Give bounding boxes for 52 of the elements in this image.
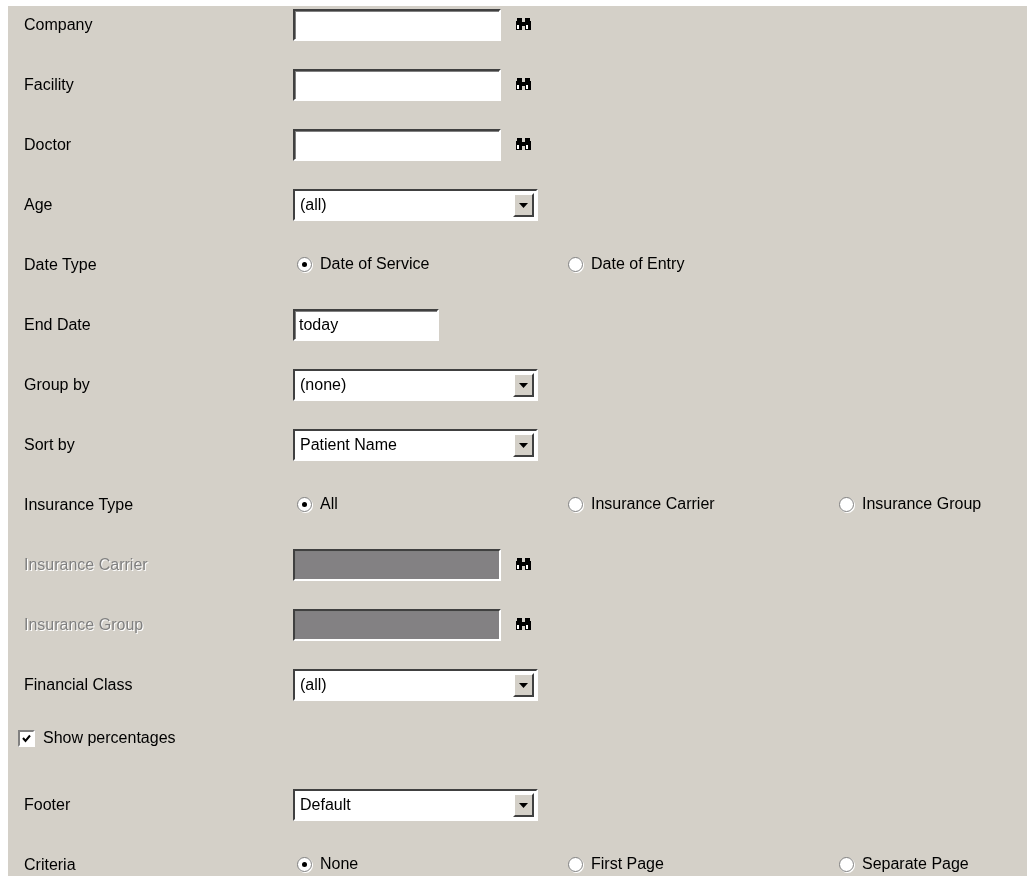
option-label[interactable]: None (320, 855, 359, 873)
text-field[interactable] (293, 9, 501, 41)
radio-button[interactable] (568, 856, 583, 872)
text-field[interactable] (293, 129, 501, 161)
option-label[interactable]: Separate Page (862, 855, 969, 873)
radio-button[interactable] (839, 856, 854, 872)
field-label: Facility (24, 75, 75, 95)
field-label: Criteria (24, 855, 77, 875)
dropdown-arrow-icon (519, 802, 528, 808)
option-label[interactable]: Date of Entry (591, 255, 685, 273)
text-field[interactable] (293, 69, 501, 101)
radio-button[interactable] (568, 256, 583, 272)
option-label[interactable]: All (320, 495, 338, 513)
binoculars-icon[interactable] (516, 77, 531, 93)
dropdown-arrow-icon (519, 382, 528, 388)
field-label: Sort by (24, 435, 76, 455)
dropdown[interactable]: Default (293, 789, 538, 821)
dropdown-arrow-icon (519, 202, 528, 208)
dropdown-arrow-icon (519, 442, 528, 448)
checkbox-label[interactable]: Show percentages (43, 729, 176, 747)
field-label: Insurance Carrier (24, 555, 149, 575)
field-label: Company (24, 15, 94, 35)
checkbox[interactable] (18, 729, 35, 747)
field-label: Insurance Type (24, 495, 135, 515)
binoculars-icon[interactable] (516, 557, 531, 573)
field-label: Insurance Group (24, 615, 145, 635)
option-label[interactable]: Insurance Group (862, 495, 982, 513)
option-label[interactable]: Insurance Carrier (591, 495, 715, 513)
binoculars-icon[interactable] (516, 617, 531, 633)
dropdown[interactable]: Patient Name (293, 429, 538, 461)
field-label: Group by (24, 375, 91, 395)
dropdown[interactable]: (all) (293, 189, 538, 221)
radio-button[interactable] (297, 856, 312, 872)
field-label: Financial Class (24, 675, 134, 695)
field-label: End Date (24, 315, 92, 335)
binoculars-icon[interactable] (516, 17, 531, 33)
dropdown[interactable]: (none) (293, 369, 538, 401)
field-label: Age (24, 195, 54, 215)
option-label[interactable]: First Page (591, 855, 664, 873)
checkmark-icon (22, 733, 31, 743)
dropdown-arrow-icon (519, 682, 528, 688)
radio-button[interactable] (839, 496, 854, 512)
radio-button[interactable] (297, 256, 312, 272)
option-label[interactable]: Date of Service (320, 255, 430, 273)
field-label: Footer (24, 795, 72, 815)
binoculars-icon[interactable] (516, 137, 531, 153)
radio-button[interactable] (297, 496, 312, 512)
field-label: Date Type (24, 255, 98, 275)
dropdown[interactable]: (all) (293, 669, 538, 701)
field-label: Doctor (24, 135, 73, 155)
date-field[interactable]: today (293, 309, 439, 341)
radio-button[interactable] (568, 496, 583, 512)
